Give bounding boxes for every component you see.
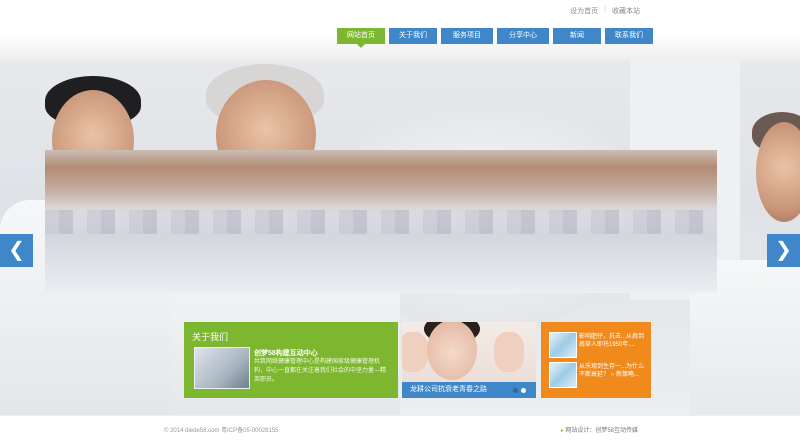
slider-prev-arrow[interactable]: ❮ (0, 234, 33, 267)
hand-image (494, 332, 524, 372)
main-nav: 网站首页 关于我们 服务项目 分享中心 新闻 联系我们 (337, 28, 653, 48)
add-favorite-link[interactable]: 收藏本站 (612, 6, 640, 16)
news-thumbnail[interactable] (549, 332, 577, 358)
news-thumbnail[interactable] (549, 362, 577, 388)
divider: | (604, 6, 606, 13)
hand-image (402, 332, 428, 372)
feature-photo-box[interactable]: 龙耕公司抗衰老青春之路 (402, 322, 536, 398)
top-links: 设为首页 | 收藏本站 (570, 6, 640, 16)
about-description: 共筑网络健康管理中心是构建国家级健康管理机构，中心一直都在关注着我们社会的中坚力… (254, 359, 387, 383)
nav-contact[interactable]: 联系我们 (605, 28, 653, 44)
nav-share-center[interactable]: 分享中心 (497, 28, 549, 44)
news-box: 影响肥仔，抗击...从肩到肩穿人即托1950年.... 从乐观到生存一...为什… (541, 322, 651, 398)
about-us-title: 关于我们 (192, 332, 229, 342)
carousel-dot-active[interactable] (521, 388, 526, 393)
footer: © 2014 diede58.com 粤ICP备05-00028155 网站设计… (0, 415, 800, 441)
about-subtitle: 创梦58构建互动中心 (254, 350, 318, 357)
nav-about[interactable]: 关于我们 (389, 28, 437, 44)
woman-face-image (427, 322, 477, 380)
banner-pixelated-region (45, 150, 717, 293)
news-item[interactable]: 影响肥仔，抗击...从肩到肩穿人即托1950年.... (579, 333, 645, 349)
about-us-box[interactable]: 关于我们 创梦58构建互动中心 共筑网络健康管理中心是构建国家级健康管理机构，中… (184, 322, 398, 398)
header: 设为首页 | 收藏本站 网站首页 关于我们 服务项目 分享中心 新闻 联系我们 (0, 0, 800, 60)
nav-services[interactable]: 服务项目 (441, 28, 493, 44)
hero-banner: ❮ ❯ (0, 60, 800, 415)
carousel-dot[interactable] (513, 388, 518, 393)
copyright-text: © 2014 diede58.com 粤ICP备05-00028155 (164, 428, 279, 434)
nav-home[interactable]: 网站首页 (337, 28, 385, 48)
design-credit: 网站设计：创梦58互动传媒 (560, 425, 638, 434)
nav-news[interactable]: 新闻 (553, 28, 601, 44)
about-thumbnail (194, 347, 250, 389)
slider-next-arrow[interactable]: ❯ (767, 234, 800, 267)
set-homepage-link[interactable]: 设为首页 (570, 6, 598, 16)
news-item[interactable]: 从乐观到生存一...为什么不断衰延？ ○ 新策略... (579, 363, 645, 379)
